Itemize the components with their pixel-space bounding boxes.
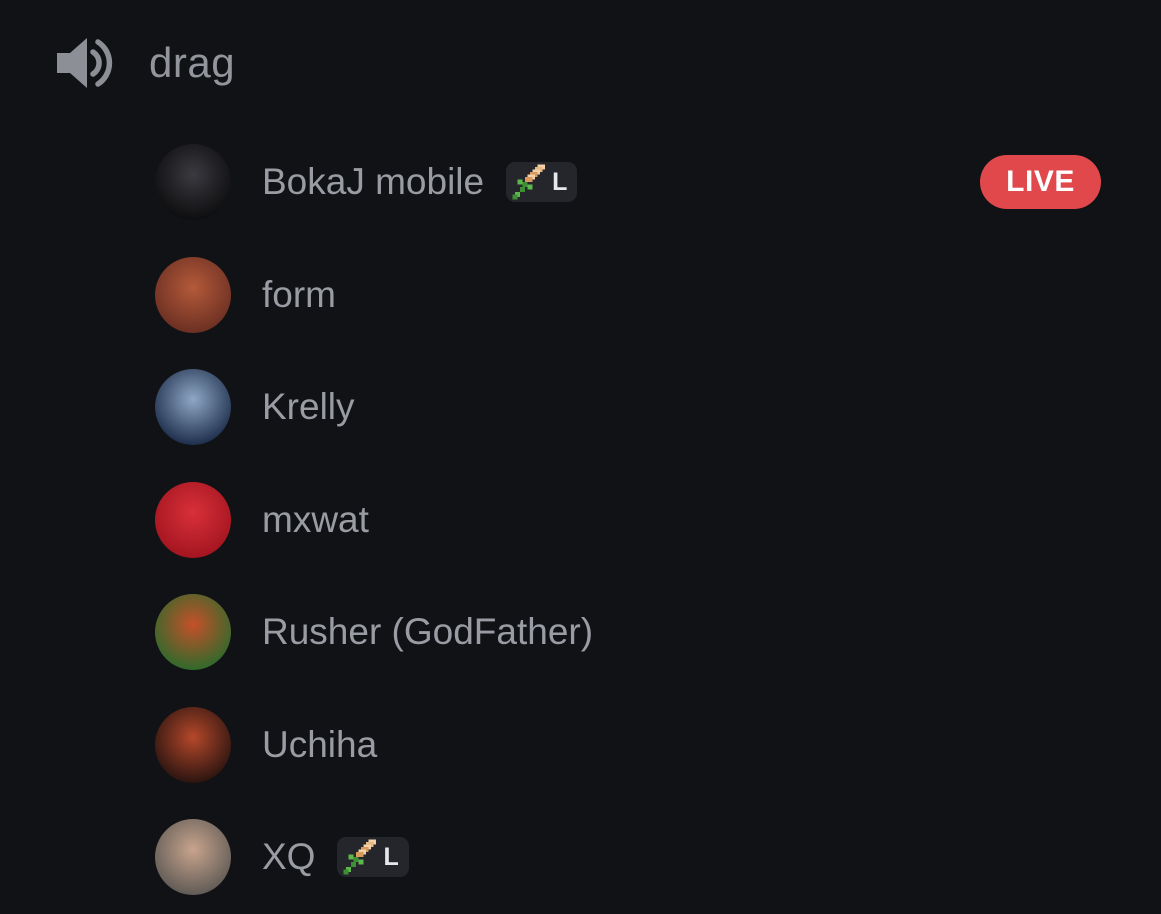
guild-tag-label: L [552,167,568,196]
member-name: BokaJ mobile [262,161,485,203]
voice-member-mxwat[interactable]: mxwat [155,464,1115,577]
voice-member-uchiha[interactable]: Uchiha [155,689,1115,802]
member-name: Krelly [262,386,355,428]
voice-member-xq[interactable]: XQ L [155,801,1115,914]
member-name: XQ [262,836,316,878]
member-name: form [262,273,336,315]
avatar[interactable] [155,481,231,558]
member-name: Uchiha [262,723,378,765]
voice-member-rusher-godfather[interactable]: Rusher (GodFather) [155,576,1115,689]
sword-icon [510,162,550,202]
avatar[interactable] [155,144,231,221]
guild-tag-badge[interactable]: L [337,837,409,878]
avatar[interactable] [155,706,231,783]
sword-icon [341,837,381,877]
speaker-volume-icon [52,31,116,95]
channel-name: drag [149,39,236,86]
avatar[interactable] [155,256,231,333]
live-badge[interactable]: LIVE [980,155,1101,210]
member-name: mxwat [262,498,369,540]
voice-member-form[interactable]: form [155,239,1115,352]
guild-tag-label: L [383,842,399,871]
voice-channel-header[interactable]: drag [52,30,235,96]
voice-member-krelly[interactable]: Krelly [155,351,1115,464]
avatar[interactable] [155,819,231,896]
avatar[interactable] [155,369,231,446]
guild-tag-badge[interactable]: L [506,162,578,203]
avatar[interactable] [155,594,231,671]
voice-member-bokaj-mobile[interactable]: BokaJ mobile L LIVE [155,126,1115,239]
voice-member-list: BokaJ mobile L LIVE form Krelly mxwat Rusher (… [155,126,1115,914]
member-name: Rusher (GodFather) [262,611,594,653]
